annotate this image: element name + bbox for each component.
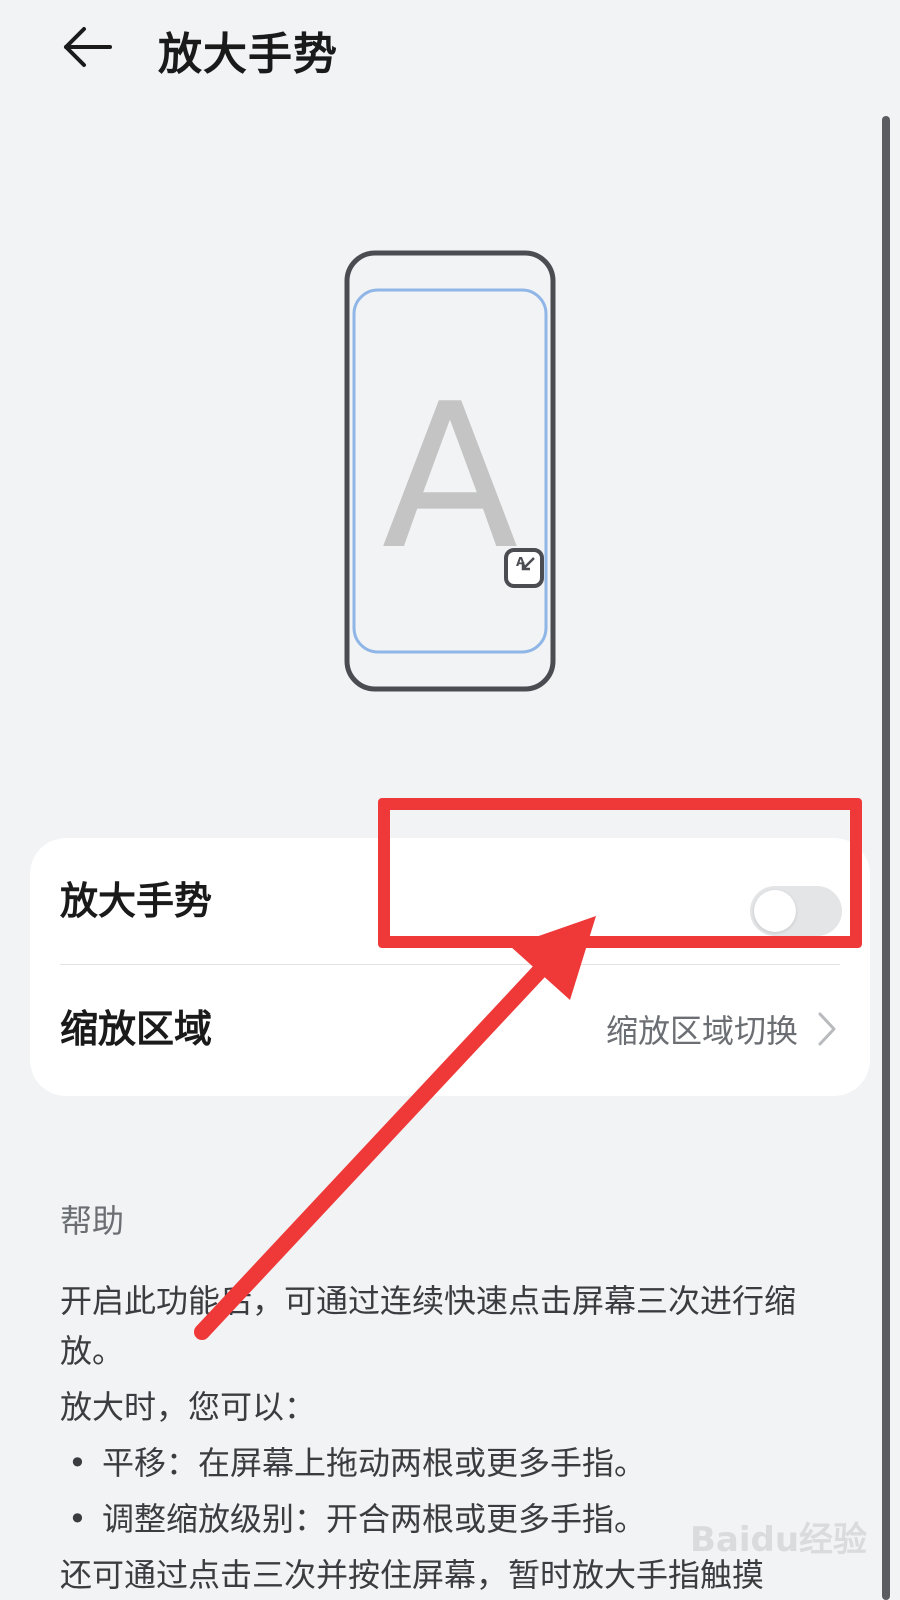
scrollbar[interactable] xyxy=(882,116,890,1600)
watermark-text: Baidu经验 xyxy=(690,1520,868,1560)
help-bullet: 平移：在屏幕上拖动两根或更多手指。 xyxy=(60,1438,850,1488)
minimize-icon: A xyxy=(504,548,544,588)
back-button[interactable] xyxy=(58,22,118,72)
magnify-gesture-label: 放大手势 xyxy=(60,879,213,923)
zoom-area-row[interactable]: 缩放区域 缩放区域切换 xyxy=(30,966,870,1084)
chevron-right-icon xyxy=(818,1012,836,1046)
watermark-logo: Baidu经验 xyxy=(690,1512,880,1582)
app-bar: 放大手势 xyxy=(0,0,900,100)
divider xyxy=(60,964,840,965)
zoom-area-label: 缩放区域 xyxy=(60,1007,213,1051)
sample-letter: A xyxy=(382,361,519,594)
zoom-area-value: 缩放区域切换 xyxy=(605,1012,798,1050)
arrow-left-icon xyxy=(64,27,112,67)
help-heading: 帮助 xyxy=(60,1202,125,1240)
magnify-illustration: A A xyxy=(344,250,556,692)
help-paragraph: 放大时，您可以： xyxy=(60,1388,317,1426)
screen: 放大手势 A A 放大手势 缩放区域 缩放区域切换 帮助 开启此功能后，可通过连… xyxy=(0,0,900,1600)
help-paragraph: 开启此功能后，可通过连续快速点击屏幕三次进行缩放。 xyxy=(60,1282,797,1370)
annotation-highlight-box xyxy=(378,798,862,948)
page-title: 放大手势 xyxy=(158,29,338,80)
